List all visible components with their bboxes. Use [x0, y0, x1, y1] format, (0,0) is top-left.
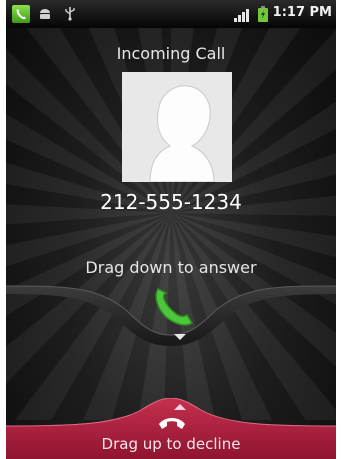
- contact-silhouette-icon: [122, 72, 232, 182]
- call-notification-icon: [12, 5, 30, 23]
- drag-answer-label: Drag down to answer: [85, 258, 257, 277]
- caller-number: 212-555-1234: [100, 190, 242, 214]
- signal-icon: [234, 7, 252, 22]
- android-debug-icon: [38, 6, 52, 20]
- answer-handle-button[interactable]: [146, 283, 198, 331]
- phone-handset-icon: [155, 288, 194, 326]
- status-time: 1:17 PM: [272, 5, 332, 20]
- drag-decline-label: Drag up to decline: [101, 435, 241, 453]
- decline-handle-button[interactable]: [157, 412, 187, 432]
- call-title: Incoming Call: [116, 44, 226, 63]
- down-arrow-icon: [174, 334, 186, 340]
- usb-icon: [64, 5, 76, 21]
- incoming-call-screen: 1:17 PM Incoming Call 212-555-1234 Drag …: [6, 0, 336, 459]
- up-arrow-icon: [174, 404, 186, 410]
- caller-photo: [122, 72, 232, 182]
- status-bar: 1:17 PM: [6, 0, 336, 28]
- hang-up-icon: [159, 418, 185, 429]
- battery-icon: [258, 6, 268, 22]
